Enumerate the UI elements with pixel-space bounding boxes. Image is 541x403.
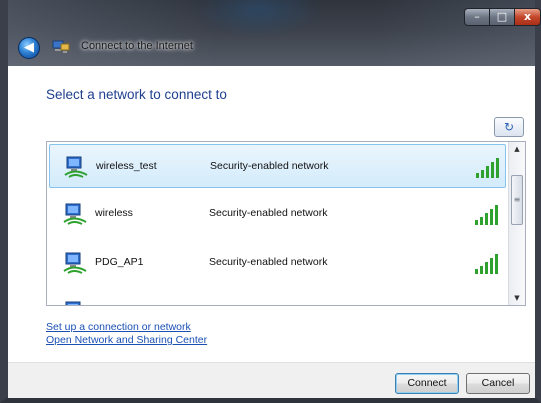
network-ssid: wireless [95, 207, 133, 219]
network-list[interactable]: wireless_test Security-enabled network w… [46, 141, 526, 306]
cancel-button[interactable]: Cancel [466, 373, 530, 394]
network-ssid: PDG_AP1 [95, 256, 144, 268]
signal-strength-icon [475, 205, 498, 225]
network-row-wireless-test[interactable]: wireless_test Security-enabled network [49, 144, 506, 188]
network-security: Security-enabled network [210, 160, 329, 172]
connect-dialog: ◀ Connect to the Internet – □ x Select a… [0, 0, 541, 403]
scroll-down-arrow-icon[interactable]: ▼ [509, 291, 525, 305]
scroll-up-arrow-icon[interactable]: ▲ [509, 142, 525, 156]
signal-strength-icon [476, 158, 499, 178]
network-sharing-center-link[interactable]: Open Network and Sharing Center [46, 334, 207, 346]
network-ssid: wireless_test [96, 160, 157, 172]
minimize-button[interactable]: – [464, 8, 490, 26]
page-heading: Select a network to connect to [46, 87, 227, 102]
network-security: Security-enabled network [209, 256, 328, 268]
wireless-network-icon [64, 156, 88, 178]
maximize-button[interactable]: □ [489, 8, 515, 26]
scroll-thumb[interactable]: ≡ [511, 175, 523, 225]
minimize-icon: – [474, 10, 480, 23]
wireless-network-icon [63, 203, 87, 225]
title-bar-glass [8, 0, 535, 66]
connect-button[interactable]: Connect [395, 373, 459, 394]
back-button[interactable]: ◀ [18, 37, 40, 59]
setup-connection-link[interactable]: Set up a connection or network [46, 321, 191, 333]
wireless-network-icon [65, 301, 81, 305]
vertical-scrollbar[interactable]: ▲ ≡ ▼ [508, 142, 525, 305]
network-row-wireless[interactable]: wireless Security-enabled network [49, 192, 506, 236]
signal-strength-icon [475, 254, 498, 274]
maximize-icon: □ [496, 10, 508, 23]
network-row-partial[interactable] [49, 290, 506, 306]
network-security: Security-enabled network [209, 207, 328, 219]
network-row-pdg-ap1[interactable]: PDG_AP1 Security-enabled network [49, 241, 506, 285]
refresh-icon: ↻ [503, 120, 515, 134]
title-bar[interactable]: ◀ Connect to the Internet – □ x [8, 0, 541, 66]
close-icon: x [523, 10, 532, 23]
network-app-icon [52, 40, 70, 53]
back-arrow-icon: ◀ [24, 40, 34, 55]
signal-strength-icon [474, 302, 500, 306]
window-title: Connect to the Internet [81, 40, 193, 52]
close-button[interactable]: x [514, 8, 541, 26]
wireless-network-icon [63, 252, 87, 274]
refresh-button[interactable]: ↻ [494, 117, 524, 137]
